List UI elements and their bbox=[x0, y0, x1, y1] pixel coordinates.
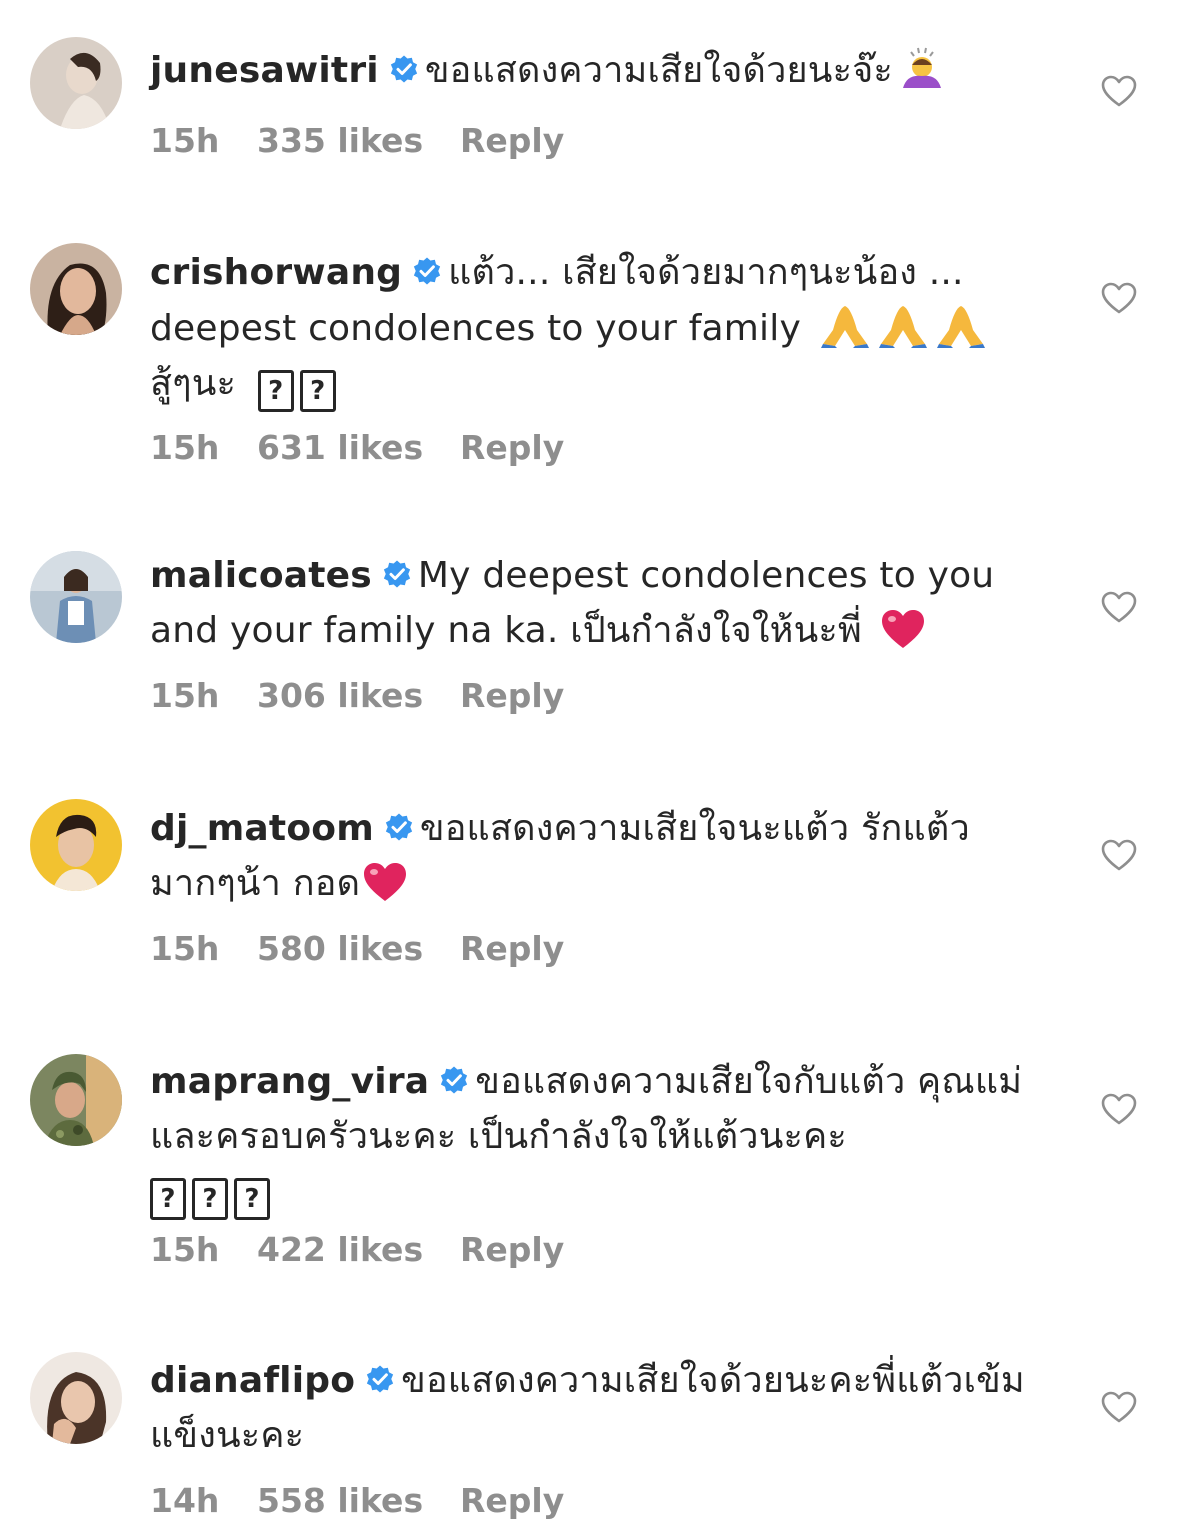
avatar[interactable] bbox=[30, 243, 122, 335]
reply-button[interactable]: Reply bbox=[460, 121, 564, 160]
heart-outline-icon bbox=[1101, 1093, 1137, 1125]
comment-time: 15h bbox=[150, 428, 220, 467]
reply-button[interactable]: Reply bbox=[460, 1230, 564, 1269]
folded-hands-emoji bbox=[877, 300, 929, 348]
like-button[interactable] bbox=[1100, 281, 1138, 315]
username[interactable]: malicoates bbox=[150, 555, 372, 596]
verified-badge-icon bbox=[414, 257, 441, 285]
heart-outline-icon bbox=[1101, 282, 1137, 314]
missing-glyph-box: ? bbox=[257, 370, 294, 412]
verified-badge-icon bbox=[367, 1365, 394, 1393]
likes-count[interactable]: 422 likes bbox=[257, 1230, 460, 1269]
likes-count[interactable]: 306 likes bbox=[257, 676, 460, 715]
comment-meta: 15h 580 likes Reply bbox=[150, 929, 564, 968]
comment-text: maprang_vira ขอแสดงความเสียใจกับแต้ว คุณแ… bbox=[150, 1054, 1030, 1220]
avatar[interactable] bbox=[30, 37, 122, 129]
comment-time: 14h bbox=[150, 1481, 220, 1520]
username[interactable]: maprang_vira bbox=[150, 1061, 429, 1102]
username[interactable]: junesawitri bbox=[150, 50, 379, 91]
likes-count[interactable]: 558 likes bbox=[257, 1481, 460, 1520]
username[interactable]: dianaflipo bbox=[150, 1360, 355, 1401]
likes-count[interactable]: 580 likes bbox=[257, 929, 460, 968]
verified-badge-icon bbox=[390, 55, 417, 83]
like-button[interactable] bbox=[1100, 590, 1138, 624]
reply-button[interactable]: Reply bbox=[460, 428, 564, 467]
comment-meta: 15h 631 likes Reply bbox=[150, 428, 564, 467]
missing-glyph-box: ? bbox=[192, 1178, 228, 1220]
folded-hands-emoji bbox=[935, 300, 987, 348]
comment-body: ขอแสดงความเสียใจด้วยนะจ๊ะ bbox=[424, 50, 893, 91]
comment-text: dianaflipo ขอแสดงความเสียใจด้วยนะคะพี่แต้… bbox=[150, 1353, 1030, 1463]
comment-time: 15h bbox=[150, 121, 220, 160]
comment-time: 15h bbox=[150, 676, 220, 715]
comment-body-line: สู้ๆนะ bbox=[150, 363, 237, 404]
comment-text: dj_matoom ขอแสดงความเสียใจนะแต้ว รักแต้วม… bbox=[150, 801, 1030, 911]
verified-badge-icon bbox=[441, 1066, 468, 1094]
avatar[interactable] bbox=[30, 799, 122, 891]
comment-text: crishorwang แต้ว... เสียใจด้วยมากๆนะน้อง … bbox=[150, 245, 1030, 412]
reply-button[interactable]: Reply bbox=[460, 1481, 564, 1520]
avatar[interactable] bbox=[30, 551, 122, 643]
like-button[interactable] bbox=[1100, 1092, 1138, 1126]
likes-count[interactable]: 335 likes bbox=[257, 121, 460, 160]
heart-outline-icon bbox=[1101, 1391, 1137, 1423]
like-button[interactable] bbox=[1100, 74, 1138, 108]
like-button[interactable] bbox=[1100, 838, 1138, 872]
comment-text: malicoates My deepest condolences to you … bbox=[150, 548, 1030, 658]
verified-badge-icon bbox=[383, 560, 411, 588]
comment-meta: 14h 558 likes Reply bbox=[150, 1481, 564, 1520]
verified-badge-icon bbox=[385, 813, 413, 841]
comment-meta: 15h 335 likes Reply bbox=[150, 121, 564, 160]
person-bowing-emoji bbox=[899, 44, 945, 90]
missing-glyph-box: ? bbox=[234, 1178, 270, 1220]
heart-outline-icon bbox=[1101, 75, 1137, 107]
like-button[interactable] bbox=[1100, 1390, 1138, 1424]
avatar[interactable] bbox=[30, 1352, 122, 1444]
username[interactable]: dj_matoom bbox=[150, 808, 374, 849]
missing-glyph-box: ? bbox=[299, 370, 336, 412]
heart-outline-icon bbox=[1101, 591, 1137, 623]
red-heart-emoji bbox=[362, 861, 408, 903]
reply-button[interactable]: Reply bbox=[460, 929, 564, 968]
reply-button[interactable]: Reply bbox=[460, 676, 564, 715]
comment-time: 15h bbox=[150, 929, 220, 968]
comment-time: 15h bbox=[150, 1230, 220, 1269]
comment-text: junesawitri ขอแสดงความเสียใจด้วยนะจ๊ะ bbox=[150, 43, 1030, 98]
avatar[interactable] bbox=[30, 1054, 122, 1146]
missing-glyph-box: ? bbox=[150, 1178, 186, 1220]
comment-meta: 15h 306 likes Reply bbox=[150, 676, 564, 715]
red-heart-emoji bbox=[880, 608, 926, 650]
heart-outline-icon bbox=[1101, 839, 1137, 871]
likes-count[interactable]: 631 likes bbox=[257, 428, 460, 467]
comment-meta: 15h 422 likes Reply bbox=[150, 1230, 564, 1269]
username[interactable]: crishorwang bbox=[150, 252, 402, 293]
folded-hands-emoji bbox=[819, 300, 871, 348]
